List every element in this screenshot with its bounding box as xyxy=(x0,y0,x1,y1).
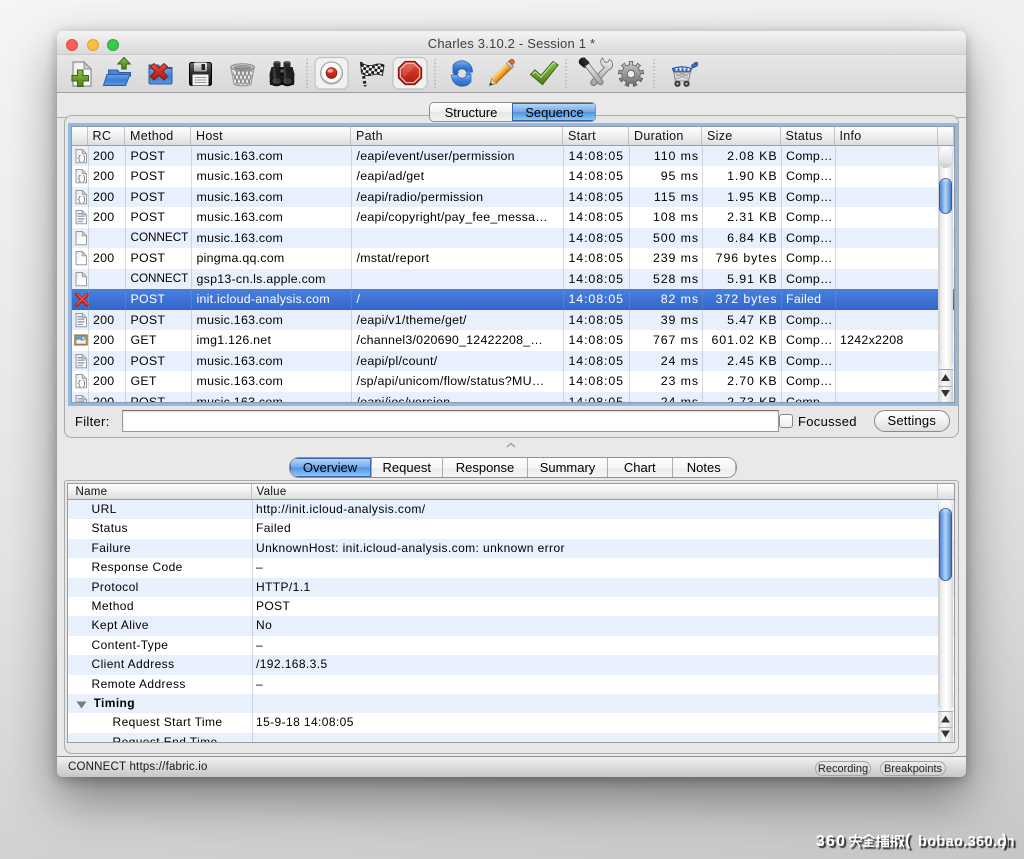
svg-text:{): {) xyxy=(77,196,87,204)
svg-text:{): {) xyxy=(77,176,87,184)
svg-text:{): {) xyxy=(77,381,87,389)
svg-text:{): {) xyxy=(77,155,87,163)
